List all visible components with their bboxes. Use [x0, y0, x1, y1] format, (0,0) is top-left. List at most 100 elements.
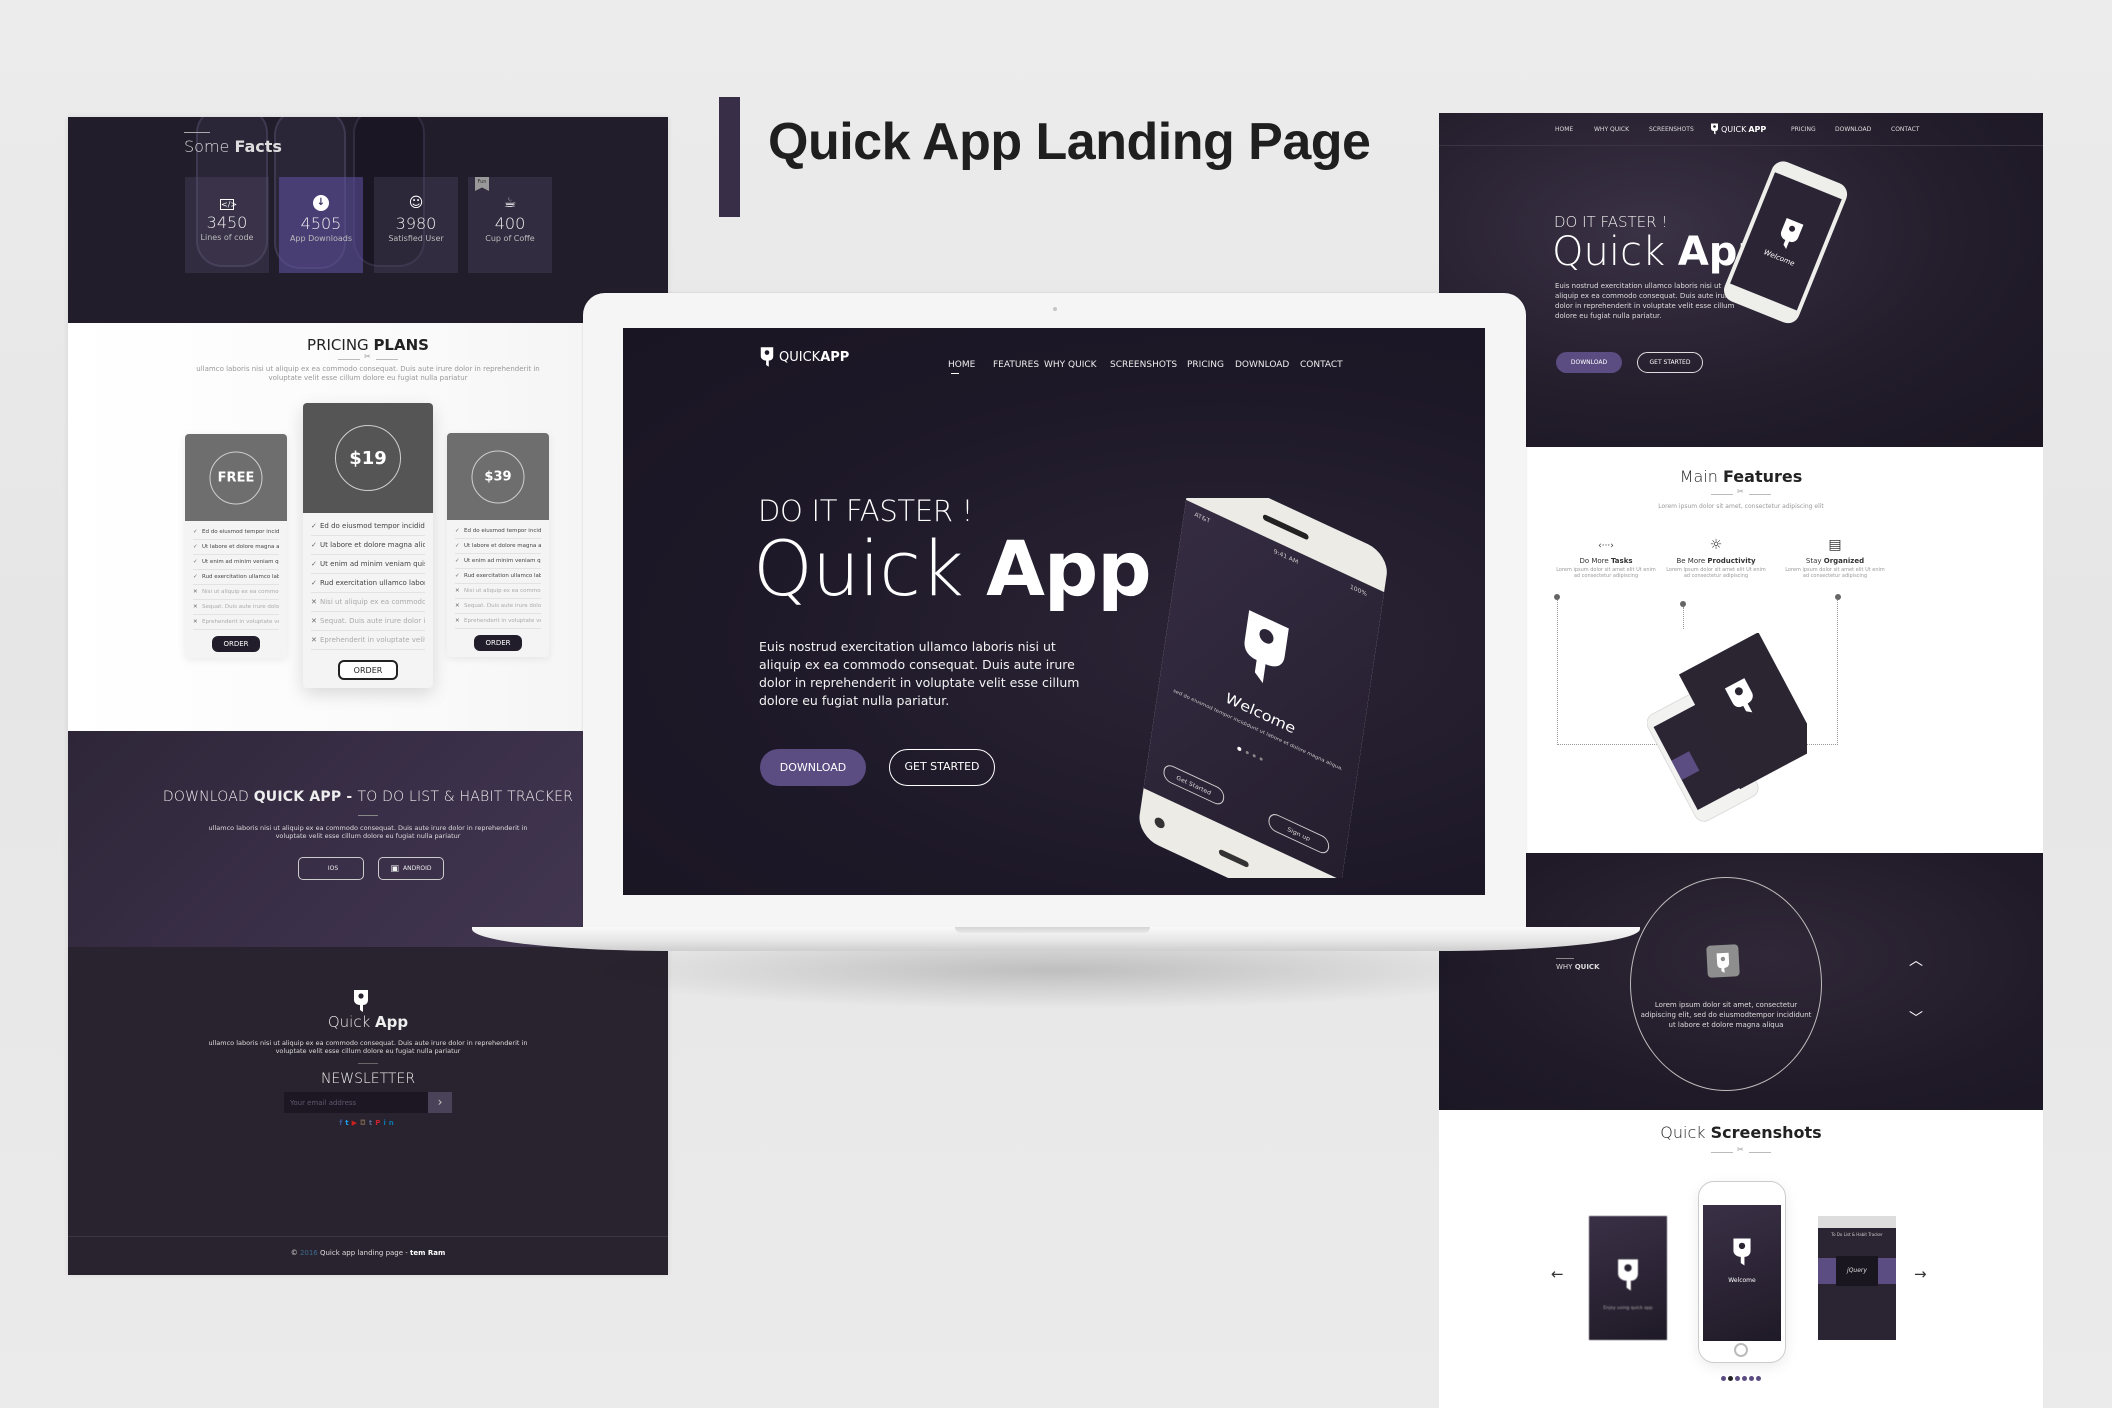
- plan-feature-text: Nisi ut aliquip ex ea commodo c.: [202, 589, 279, 595]
- check-icon: ✓: [311, 560, 317, 568]
- pricing-card-19: $19 ✓ Ed do eiusmod tempor incididun. ✓ Ut …: [303, 403, 433, 688]
- screenshot-active-phone[interactable]: Welcome: [1698, 1181, 1786, 1363]
- screenshot-thumbnail[interactable]: Enjoy using quick app: [1589, 1216, 1667, 1340]
- carousel-dot[interactable]: [1756, 1376, 1761, 1381]
- quick-app-logo-icon: [1706, 944, 1740, 978]
- why-quick-circle: [1630, 877, 1822, 1091]
- laptop-camera: [1053, 307, 1057, 311]
- plan-price: $19: [335, 425, 401, 491]
- right-nav-bar: HOME WHY QUICK SCREENSHOTS QUICK APP PRI…: [1439, 113, 2043, 146]
- nav-home[interactable]: HOME: [1555, 126, 1573, 133]
- plan-header: $39: [447, 433, 549, 520]
- screen-logo[interactable]: QUICK APP: [759, 346, 849, 368]
- nav-contact[interactable]: CONTACT: [1891, 126, 1919, 133]
- chevron-down-icon[interactable]: ﹀: [1909, 1008, 1923, 1028]
- youtube-icon[interactable]: ▶: [352, 1119, 360, 1127]
- copyright-year: 2016: [299, 1249, 318, 1257]
- nav-why-quick[interactable]: WHY QUICK: [1594, 126, 1629, 133]
- nav-download[interactable]: DOWNLOAD: [1835, 126, 1871, 133]
- carousel-dot[interactable]: [1735, 1376, 1740, 1381]
- linkedin-icon[interactable]: in: [383, 1119, 396, 1127]
- left-panel-preview: Some Facts </> 3450 Lines of code ↓ 4505…: [68, 117, 668, 1275]
- android-download-button[interactable]: ▣ ANDROID: [378, 857, 444, 880]
- cross-icon: ✕: [193, 589, 198, 595]
- feature-title-bold: Tasks: [1610, 557, 1633, 565]
- why-quick-label: WHY QUICK: [1556, 958, 1600, 971]
- carousel-dot[interactable]: [1742, 1376, 1747, 1381]
- hero-get-started-button[interactable]: GET STARTED: [1637, 352, 1703, 373]
- fact-label: Lines of code: [200, 233, 254, 242]
- order-button[interactable]: ORDER: [212, 636, 260, 652]
- plan-feature-item: ✕Sequat. Duis aute irure dolor ini.: [311, 612, 425, 631]
- arrow-right-icon[interactable]: →: [1914, 1265, 1927, 1283]
- screenshots-title: Quick Screenshots: [1439, 1123, 2043, 1142]
- feature-title-bold: Organized: [1823, 557, 1865, 565]
- feature-title: Do More Tasks: [1556, 557, 1656, 565]
- nav-pricing[interactable]: PRICING: [1791, 126, 1816, 133]
- order-button[interactable]: ORDER: [338, 660, 398, 680]
- footer-brand-bold: App: [375, 1013, 409, 1031]
- hero-download-button[interactable]: DOWNLOAD: [1556, 352, 1622, 373]
- plan-feature-text: Rud exercitation ullamco laboris.: [202, 574, 279, 580]
- plan-feature-text: Ed do eiusmod tempor incididun.: [320, 522, 425, 530]
- why-quick-text: Lorem ipsum dolor sit amet, consectetur …: [1640, 1001, 1812, 1029]
- right-nav-logo[interactable]: QUICK APP: [1710, 123, 1766, 135]
- carousel-dot[interactable]: [1749, 1376, 1754, 1381]
- nav-screenshots[interactable]: SCREENSHOTS: [1649, 126, 1694, 133]
- download-title: DOWNLOAD QUICK APP - TO DO LIST & HABIT …: [68, 789, 668, 805]
- nav-download[interactable]: DOWNLOAD: [1235, 360, 1289, 370]
- social-links: ft▶◘tPin: [68, 1119, 668, 1127]
- section-divider: ✂: [1711, 487, 1771, 498]
- plan-feature-item: ✕ Eprehenderit in voluptate velitm.: [193, 615, 279, 630]
- nav-features[interactable]: FEATURES: [993, 360, 1039, 370]
- logo-text-light: QUICK: [779, 349, 821, 365]
- plan-price: FREE: [209, 451, 263, 504]
- plan-feature-item: ✕ Nisi ut aliquip ex ea commodo c.: [193, 585, 279, 600]
- jquery-logo: jQuery: [1836, 1256, 1878, 1286]
- instagram-icon[interactable]: ◘: [360, 1119, 369, 1127]
- screenshots-title-light: Quick: [1660, 1123, 1711, 1142]
- phone-screen: Welcome: [1703, 1205, 1781, 1341]
- carousel-dot[interactable]: [1728, 1376, 1733, 1381]
- carousel-dot[interactable]: [1721, 1376, 1726, 1381]
- order-button[interactable]: ORDER: [474, 635, 522, 651]
- arrow-left-icon[interactable]: ←: [1551, 1265, 1564, 1283]
- screenshot-caption: Enjoy using quick app: [1603, 1306, 1653, 1311]
- plan-feature-item: ✓Ut enim ad minim veniam quis n.: [311, 555, 425, 574]
- right-hero-section: HOME WHY QUICK SCREENSHOTS QUICK APP PRI…: [1439, 113, 2043, 447]
- get-started-button[interactable]: GET STARTED: [889, 749, 995, 786]
- android-label: ANDROID: [403, 865, 432, 872]
- lightbulb-icon: ☼: [1709, 537, 1723, 553]
- features-title-bold: Features: [1723, 467, 1803, 486]
- chevron-up-icon[interactable]: ︿: [1909, 950, 1923, 970]
- nav-pricing[interactable]: PRICING: [1187, 360, 1224, 370]
- code-window-icon: </>: [220, 199, 238, 210]
- nav-screenshots[interactable]: SCREENSHOTS: [1110, 360, 1177, 370]
- check-icon: ✓: [311, 541, 317, 549]
- plan-feature-item: ✓Ut enim ad minim veniam quis n.: [455, 554, 541, 569]
- nav-why-quick[interactable]: WHY QUICK: [1044, 360, 1097, 370]
- download-button[interactable]: DOWNLOAD: [760, 749, 866, 786]
- plan-feature-item: ✓ Rud exercitation ullamco laboris.: [193, 570, 279, 585]
- facts-title-light: Some: [184, 137, 235, 156]
- nav-contact[interactable]: CONTACT: [1300, 360, 1343, 370]
- ios-download-button[interactable]: IOS: [298, 857, 364, 880]
- plan-feature-item: ✕ Eprehenderit in voluptate velitm.: [455, 614, 541, 629]
- plan-feature-text: Eprehenderit in voluptate velitm.: [464, 618, 541, 624]
- nav-home[interactable]: HOME: [948, 360, 975, 374]
- quick-app-logo-icon: [1733, 1238, 1751, 1266]
- footer-brand: Quick App: [68, 1013, 668, 1031]
- newsletter-submit-button[interactable]: ›: [428, 1092, 452, 1113]
- fact-card-satisfied-user: ☺ 3980 Satisfied User: [374, 177, 458, 273]
- newsletter-email-input[interactable]: [284, 1092, 428, 1113]
- check-icon: ✓: [193, 559, 198, 565]
- pinterest-icon[interactable]: P: [375, 1119, 383, 1127]
- connector-line: [1683, 607, 1684, 629]
- feature-title-bold: Productivity: [1707, 557, 1756, 565]
- plan-feature-list: ✓ Ed do eiusmod tempor incididun. ✓ Ut labo…: [447, 520, 549, 629]
- fact-label: Satisfied User: [388, 234, 444, 243]
- plan-feature-list: ✓ Ed do eiusmod tempor incididun. ✓ Ut labo…: [185, 521, 287, 630]
- check-icon: ✓: [193, 529, 198, 535]
- why-label-light: WHY: [1556, 963, 1575, 971]
- screenshot-thumbnail[interactable]: To Do List & Habit Tracker jQuery: [1818, 1216, 1896, 1340]
